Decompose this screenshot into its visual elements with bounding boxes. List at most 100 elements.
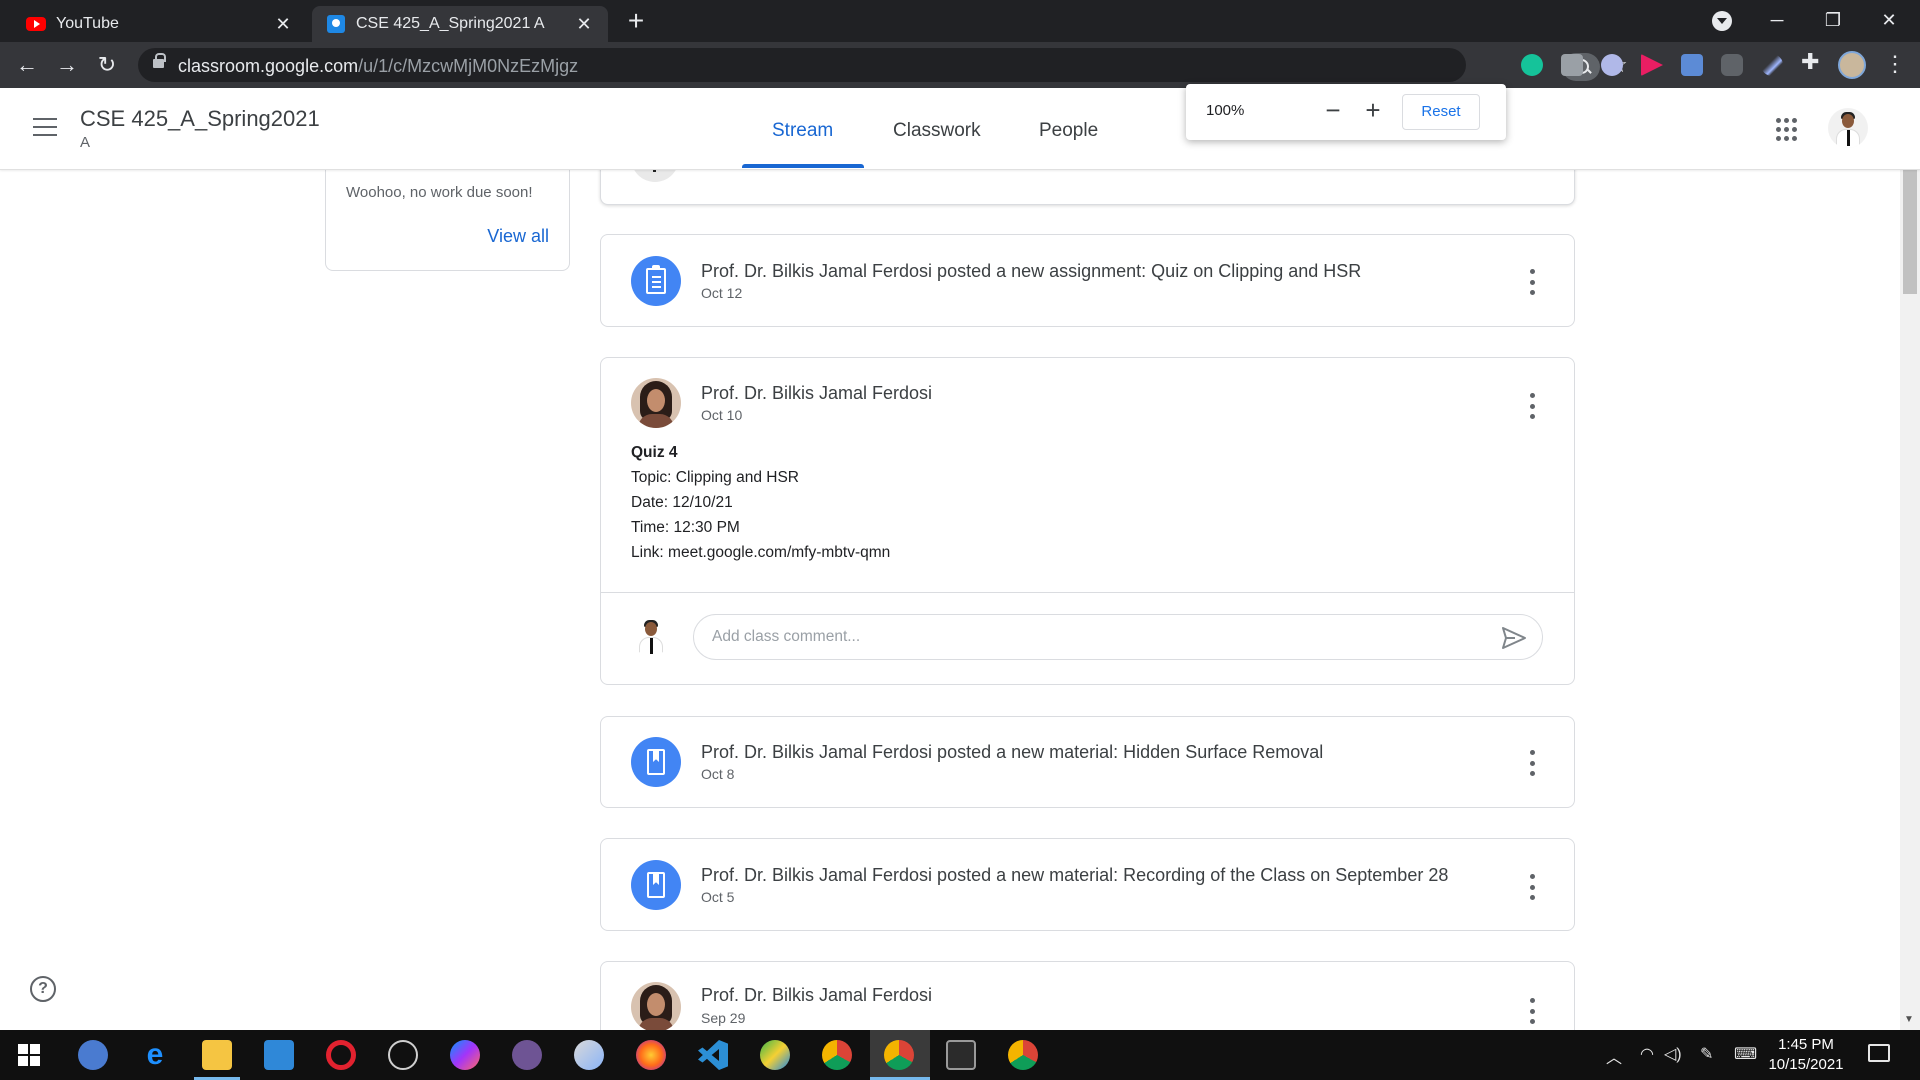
restore-window-button[interactable]: ❐ — [1810, 0, 1856, 40]
clock-time: 1:45 PM — [1778, 1036, 1834, 1053]
account-avatar[interactable] — [1828, 108, 1868, 148]
zoom-in-button[interactable]: + — [1358, 96, 1388, 126]
browser-tab-classroom[interactable]: CSE 425_A_Spring2021 A ✕ — [312, 6, 608, 42]
extension-icon[interactable] — [1601, 54, 1623, 76]
material-icon — [631, 860, 681, 910]
tab-search-icon[interactable] — [1712, 11, 1732, 31]
announcement-time: Time: 12:30 PM — [631, 519, 740, 536]
forward-arrow-icon[interactable]: → — [52, 50, 82, 80]
chrome-profile-avatar[interactable] — [1838, 51, 1866, 79]
tab-people[interactable]: People — [1039, 120, 1098, 142]
terminal-icon[interactable] — [946, 1040, 976, 1070]
new-tab-button[interactable]: + — [622, 7, 650, 36]
post-date: Oct 12 — [701, 285, 743, 301]
post-date: Oct 10 — [701, 407, 743, 423]
teacher-avatar — [631, 982, 681, 1032]
pen-workspace-icon[interactable]: ✎ — [1700, 1044, 1713, 1064]
stream-post-material[interactable]: Prof. Dr. Bilkis Jamal Ferdosi posted a … — [600, 716, 1575, 808]
messenger-icon[interactable] — [450, 1040, 480, 1070]
address-bar[interactable]: classroom.google.com/u/1/c/MzcwMjM0NzEzM… — [138, 48, 1628, 82]
tab-classwork[interactable]: Classwork — [893, 120, 981, 142]
upcoming-empty-text: Woohoo, no work due soon! — [346, 184, 533, 201]
firefox-icon[interactable] — [636, 1040, 666, 1070]
windows-taskbar: e ︿ ◠ ◁) ✎ ⌨ 1:45 PM 10/15/2021 — [0, 1030, 1920, 1080]
classroom-header: CSE 425_A_Spring2021 A Stream Classwork … — [0, 88, 1920, 170]
chrome-profile-icon[interactable] — [1008, 1040, 1038, 1070]
upcoming-work-card: Woohoo, no work due soon! View all — [325, 160, 570, 271]
windows-start-icon[interactable] — [18, 1044, 40, 1066]
close-tab-icon[interactable]: ✕ — [574, 14, 594, 35]
zoom-popup: 100% − + Reset — [1186, 84, 1506, 140]
active-tab-indicator — [742, 164, 864, 168]
chrome-icon[interactable] — [822, 1040, 852, 1070]
volume-icon[interactable]: ◁) — [1664, 1044, 1682, 1064]
reload-icon[interactable]: ↻ — [92, 50, 122, 80]
scroll-down-icon[interactable]: ▼ — [1904, 1014, 1914, 1025]
chrome-icon-active[interactable] — [884, 1040, 914, 1070]
announcement-link[interactable]: Link: meet.google.com/mfy-mbtv-qmn — [631, 540, 890, 565]
tray-chevron-icon[interactable]: ︿ — [1606, 1044, 1622, 1068]
send-icon[interactable] — [1501, 626, 1527, 650]
tab-title: YouTube — [56, 15, 119, 32]
wifi-icon[interactable]: ◠ — [1640, 1044, 1654, 1064]
main-menu-icon[interactable] — [33, 118, 57, 136]
post-date: Oct 8 — [701, 766, 735, 782]
help-icon[interactable]: ? — [30, 976, 56, 1002]
url-path: /u/1/c/MzcwMjM0NzEzMjgz — [358, 56, 579, 76]
edge-icon[interactable]: e — [140, 1040, 170, 1070]
taskbar-clock[interactable]: 1:45 PM 10/15/2021 — [1766, 1035, 1846, 1075]
view-all-link[interactable]: View all — [487, 226, 549, 247]
mail-icon[interactable] — [264, 1040, 294, 1070]
announcement-date: Date: 12/10/21 — [631, 494, 733, 511]
puzzle-extensions-icon[interactable]: ✚ — [1801, 49, 1823, 74]
stream-post-announcement: Prof. Dr. Bilkis Jamal Ferdosi Oct 10 Qu… — [600, 357, 1575, 685]
zoom-reset-button[interactable]: Reset — [1402, 94, 1480, 130]
qbittorrent-icon[interactable] — [78, 1040, 108, 1070]
google-apps-icon[interactable] — [1776, 118, 1800, 142]
opera-icon[interactable] — [326, 1040, 356, 1070]
stream-post-assignment[interactable]: Prof. Dr. Bilkis Jamal Ferdosi posted a … — [600, 234, 1575, 327]
pen-extension-icon[interactable] — [1761, 54, 1783, 76]
camera-extension-icon[interactable] — [1561, 54, 1583, 76]
satellite-icon[interactable] — [388, 1040, 418, 1070]
announcement-body: Quiz 4 Topic: Clipping and HSR Date: 12/… — [631, 440, 890, 565]
zoom-value: 100% — [1206, 102, 1245, 119]
google-classroom-icon — [326, 14, 346, 34]
browser-tab-youtube[interactable]: YouTube ✕ — [12, 6, 307, 42]
stream-post-material[interactable]: Prof. Dr. Bilkis Jamal Ferdosi posted a … — [600, 838, 1575, 931]
close-window-button[interactable]: ✕ — [1866, 0, 1912, 40]
more-options-icon[interactable] — [1528, 393, 1536, 419]
grammarly-extension-icon[interactable] — [1521, 54, 1543, 76]
url-text[interactable]: classroom.google.com/u/1/c/MzcwMjM0NzEzM… — [178, 56, 578, 77]
file-explorer-icon[interactable] — [202, 1040, 232, 1070]
notifications-icon[interactable] — [1868, 1044, 1890, 1062]
zoom-out-button[interactable]: − — [1318, 96, 1348, 126]
more-options-icon[interactable] — [1528, 269, 1536, 295]
divider — [601, 592, 1574, 593]
post-title[interactable]: Prof. Dr. Bilkis Jamal Ferdosi posted a … — [701, 865, 1448, 886]
class-title[interactable]: CSE 425_A_Spring2021 — [80, 106, 320, 132]
post-title[interactable]: Prof. Dr. Bilkis Jamal Ferdosi posted a … — [701, 261, 1361, 282]
announcement-topic: Topic: Clipping and HSR — [631, 469, 800, 486]
minimize-window-button[interactable]: ─ — [1754, 0, 1800, 40]
play-extension-icon[interactable] — [1641, 54, 1663, 76]
github-icon[interactable] — [512, 1040, 542, 1070]
vscode-icon[interactable] — [698, 1040, 728, 1070]
tab-stream[interactable]: Stream — [772, 120, 833, 142]
screen-extension-icon[interactable] — [1721, 54, 1743, 76]
keyboard-icon[interactable]: ⌨ — [1734, 1044, 1757, 1064]
class-comment-input[interactable] — [693, 614, 1543, 660]
class-section: A — [80, 134, 91, 151]
close-tab-icon[interactable]: ✕ — [273, 14, 293, 35]
app-icon[interactable] — [760, 1040, 790, 1070]
material-icon — [631, 737, 681, 787]
scrollbar-thumb[interactable] — [1903, 168, 1917, 294]
download-extension-icon[interactable] — [1681, 54, 1703, 76]
paint-icon[interactable] — [574, 1040, 604, 1070]
more-options-icon[interactable] — [1528, 874, 1536, 900]
post-title[interactable]: Prof. Dr. Bilkis Jamal Ferdosi posted a … — [701, 742, 1323, 763]
chrome-menu-icon[interactable]: ⋮ — [1884, 50, 1906, 78]
more-options-icon[interactable] — [1528, 998, 1536, 1024]
back-arrow-icon[interactable]: ← — [12, 50, 42, 80]
more-options-icon[interactable] — [1528, 750, 1536, 776]
